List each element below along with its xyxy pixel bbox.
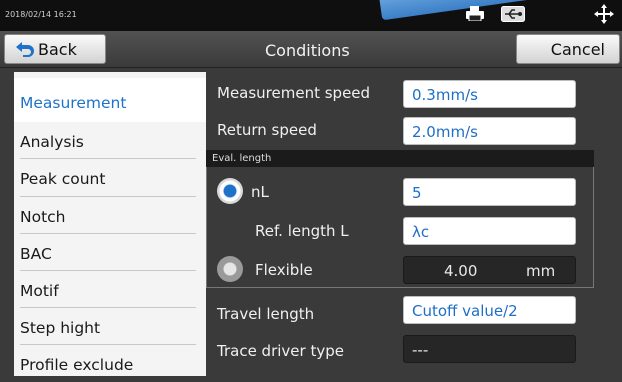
sidebar-item-label: Analysis <box>20 133 84 151</box>
trace-driver-label: Trace driver type <box>217 342 344 360</box>
nl-value: 5 <box>412 184 422 202</box>
flexible-value: 4.00 <box>444 262 478 280</box>
travel-length-label: Travel length <box>217 305 315 323</box>
printer-icon[interactable] <box>466 6 484 22</box>
measurement-speed-field[interactable]: 0.3mm/s <box>403 80 576 108</box>
sidebar-item-label: Motif <box>20 282 59 300</box>
sidebar-item-label: BAC <box>20 245 52 263</box>
cancel-button[interactable]: Cancel <box>516 34 620 64</box>
ref-length-value: λc <box>412 223 430 241</box>
trace-driver-field: --- <box>403 335 576 363</box>
flexible-label: Flexible <box>255 261 313 279</box>
travel-length-field[interactable]: Cutoff value/2 <box>403 296 576 324</box>
status-datetime: 2018/02/14 16:21 <box>5 10 77 19</box>
back-label: Back <box>38 40 77 59</box>
return-speed-label: Return speed <box>217 121 317 139</box>
return-speed-field[interactable]: 2.0mm/s <box>403 117 576 145</box>
sidebar-item-label: Peak count <box>20 170 106 188</box>
nl-radio[interactable] <box>217 178 243 204</box>
sidebar-item-notch[interactable]: Notch <box>14 197 206 234</box>
sidebar-item-profile-exclude[interactable]: Profile exclude <box>14 345 206 382</box>
sidebar-item-bac[interactable]: BAC <box>14 234 206 271</box>
flexible-radio[interactable] <box>217 256 243 282</box>
flexible-field: 4.00 mm <box>403 256 576 284</box>
sidebar-item-label: Notch <box>20 208 66 226</box>
sidebar-item-label: Step hight <box>20 319 101 337</box>
back-arrow-icon <box>15 41 35 58</box>
ref-length-label: Ref. length L <box>255 222 349 240</box>
eval-length-title: Eval. length <box>212 153 272 164</box>
ref-length-field[interactable]: λc <box>403 217 576 245</box>
cancel-label: Cancel <box>550 40 605 59</box>
usb-icon <box>501 6 525 22</box>
sidebar-item-analysis[interactable]: Analysis <box>14 122 206 159</box>
travel-length-value: Cutoff value/2 <box>412 302 518 320</box>
nl-label: nL <box>251 183 269 201</box>
back-button[interactable]: Back <box>4 34 106 64</box>
sidebar-item-label: Measurement <box>20 94 127 112</box>
sidebar-item-motif[interactable]: Motif <box>14 271 206 308</box>
flexible-unit: mm <box>526 262 556 280</box>
sidebar-item-label: Profile exclude <box>20 356 134 374</box>
status-bar: 2018/02/14 16:21 <box>0 0 622 31</box>
measurement-speed-label: Measurement speed <box>217 84 371 102</box>
sidebar: Measurement Analysis Peak count Notch BA… <box>14 72 206 376</box>
eval-length-header: Eval. length <box>206 150 594 167</box>
sidebar-item-peak-count[interactable]: Peak count <box>14 159 206 196</box>
page-title: Conditions <box>265 41 350 60</box>
sidebar-item-measurement[interactable]: Measurement <box>14 78 206 122</box>
move-icon[interactable] <box>593 3 615 25</box>
return-speed-value: 2.0mm/s <box>412 123 478 141</box>
measurement-speed-value: 0.3mm/s <box>412 86 478 104</box>
sidebar-item-step-hight[interactable]: Step hight <box>14 308 206 345</box>
nl-field[interactable]: 5 <box>403 178 576 206</box>
trace-driver-value: --- <box>412 341 429 359</box>
